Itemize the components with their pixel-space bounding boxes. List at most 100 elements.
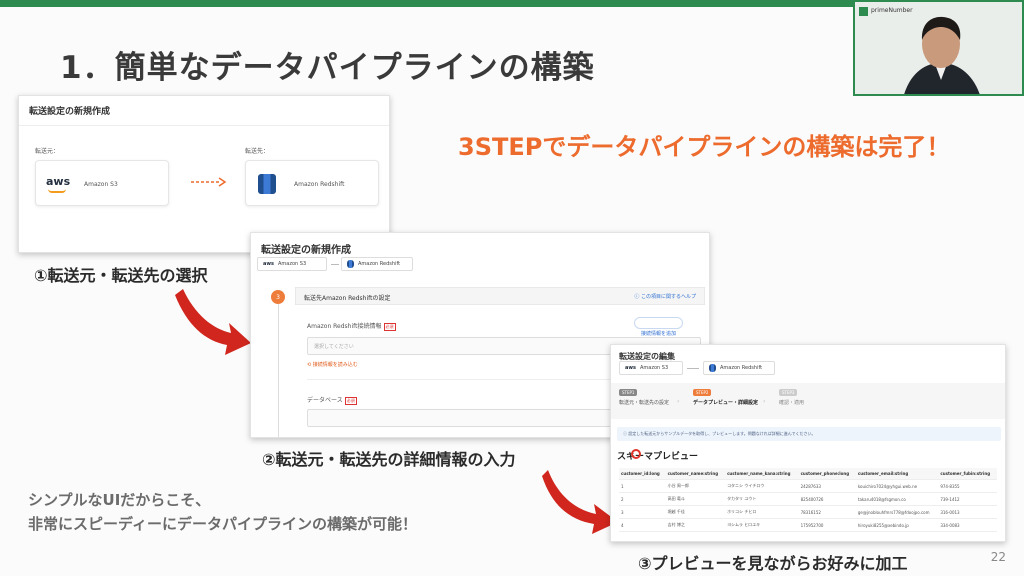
presenter-webcam: primeNumber [853, 0, 1024, 96]
table-cell: 堀越 千佳 [665, 505, 726, 519]
summary-line2: 非常にスピーディーにデータパイプラインの構築が可能！ [28, 515, 417, 533]
shot1-title: 転送設定の新規作成 [19, 96, 389, 126]
info-banner: ⓘ 設定した転送元からサンプルデータを取得し、プレビューします。問題なければ詳細… [617, 427, 1001, 441]
cursor-highlight [631, 449, 641, 459]
step2-chip: STEP2 [693, 389, 712, 396]
table-row: 4 吉村 博之 ヨシムラ ヒロユキ 175952700 hiroyuki8255… [619, 518, 997, 532]
source-label: 転送元： [35, 148, 60, 155]
dest-pill-label: Amazon Redshift [358, 261, 401, 267]
aws-logo: aws [625, 365, 636, 371]
table-cell: 825400726 [798, 492, 856, 506]
aws-logo: aws [263, 261, 274, 267]
dest-pill-label: Amazon Redshift [720, 365, 763, 371]
table-row: 1 小谷 周一郎 コタニシ ウイチロウ 24287633 kouichiro70… [619, 479, 997, 493]
reload-link-label: 接続情報を読み込む [312, 362, 358, 368]
step1-label[interactable]: 転送元・転送先の設定 [619, 399, 669, 406]
conn-label: Amazon Redshift接続情報 必須 [307, 321, 396, 331]
table-cell: takaru4018@fsgmon.co [855, 492, 939, 506]
dest-card[interactable]: Amazon Redshift [245, 160, 379, 206]
table-cell: ge@jnoblouhfmrs778@fdoojpo.com [855, 505, 939, 519]
dest-label: 転送先： [245, 148, 270, 155]
redshift-icon [258, 174, 276, 194]
table-cell: 1 [619, 479, 666, 493]
step2-caption: ②転送元・転送先の詳細情報の入力 [262, 450, 516, 469]
table-cell: 2 [619, 492, 666, 506]
info-text-body: 設定した転送元からサンプルデータを取得し、プレビューします。問題なければ詳細に進… [628, 431, 816, 436]
source-pill: aws Amazon S3 [619, 361, 683, 375]
preview-table: customer_id:long customer_name:string cu… [619, 468, 997, 532]
table-cell: 78316152 [798, 505, 856, 519]
slide-title: 1．簡単なデータパイプラインの構築 [60, 50, 595, 86]
section-header: 転送先Amazon Redshiftの設定 ⓘ この項目に関するヘルプ [295, 287, 705, 305]
help-link[interactable]: ⓘ この項目に関するヘルプ [634, 293, 696, 300]
table-cell: 4 [619, 518, 666, 532]
source-card[interactable]: aws Amazon S3 [35, 160, 169, 206]
required-tag: 必須 [383, 322, 396, 331]
page-number: 22 [990, 550, 1006, 564]
table-cell: hiroyuki8255@xebindo.jp [855, 518, 939, 532]
source-pill-label: Amazon S3 [639, 365, 669, 371]
reload-link[interactable]: ⟲ 接続情報を読み込む [307, 361, 358, 368]
curved-arrow-icon [175, 289, 251, 355]
table-header-row: customer_id:long customer_name:string cu… [619, 468, 997, 480]
step-number-badge: 3 [271, 290, 285, 304]
required-tag: 必須 [344, 396, 357, 405]
slide-headline: 3STEPでデータパイプラインの構築は完了！ [458, 133, 951, 161]
arrow-right-icon [191, 177, 227, 187]
conn-label-text: Amazon Redshift接続情報 [307, 323, 382, 330]
summary-text: シンプルなUIだからこそ、 非常にスピーディーにデータパイプラインの構築が可能！ [28, 488, 417, 536]
chevron-right-icon: › [763, 398, 766, 405]
column-header[interactable]: customer_id:long [619, 468, 666, 480]
table-cell: ホリコシ チヒロ [725, 505, 799, 519]
chevron-right-icon: › [677, 398, 680, 405]
table-cell: 175952700 [798, 518, 856, 532]
table-cell: 974-8355 [938, 479, 997, 493]
brand-logo-icon [859, 7, 868, 16]
table-cell: 高田 竜斗 [665, 492, 726, 506]
table-cell: 吉村 博之 [665, 518, 726, 532]
screenshot-step1: 転送設定の新規作成 転送元： 転送先： aws Amazon S3 Amazon… [18, 95, 390, 253]
table-row: 2 高田 竜斗 タカタリ ユウト 825400726 takaru4018@fs… [619, 492, 997, 506]
column-header[interactable]: customer_name:string [665, 468, 726, 480]
step-rail [278, 293, 279, 437]
add-conn-button[interactable]: 接続情報を追加 [634, 317, 684, 337]
stepper-bar: STEP1 転送元・転送先の設定 › STEP2 データプレビュー・詳細設定 ›… [611, 383, 1005, 419]
step3-chip: STEP3 [779, 389, 798, 396]
table-cell: kouichiro7024@yhgui.web.ne [855, 479, 939, 493]
database-label: データベース 必須 [307, 395, 357, 405]
dest-pill: Amazon Redshift [341, 257, 413, 271]
column-header[interactable]: customer_phone:long [798, 468, 856, 480]
table-cell: 3 [619, 505, 666, 519]
step3-caption: ③プレビューを見ながらお好みに加工 [638, 554, 908, 573]
connector-line [687, 368, 699, 369]
help-link-label: この項目に関するヘルプ [640, 294, 696, 300]
source-name: Amazon S3 [84, 181, 118, 188]
table-cell: タカタリ ユウト [725, 492, 799, 506]
column-header[interactable]: customer_email:string [855, 468, 939, 480]
table-cell: ヨシムラ ヒロユキ [725, 518, 799, 532]
table-cell: 334-0083 [938, 518, 997, 532]
column-header[interactable]: customer_fubin:string [938, 468, 997, 480]
source-pill-label: Amazon S3 [277, 261, 307, 267]
step3-label[interactable]: 確認・適用 [779, 399, 804, 406]
table-cell: 316-0013 [938, 505, 997, 519]
screenshot-step3: 転送設定の編集 aws Amazon S3 Amazon Redshift ST… [610, 344, 1006, 542]
table-cell: 24287633 [798, 479, 856, 493]
table-cell: 小谷 周一郎 [665, 479, 726, 493]
dest-name: Amazon Redshift [294, 181, 345, 188]
redshift-icon [347, 260, 354, 268]
redshift-icon [709, 364, 716, 372]
step1-caption: ①転送元・転送先の選択 [34, 266, 208, 285]
step2-label[interactable]: データプレビュー・詳細設定 [693, 399, 758, 406]
connector-line [331, 264, 339, 265]
info-text: ⓘ 設定した転送元からサンプルデータを取得し、プレビューします。問題なければ詳細… [623, 431, 816, 436]
table-row: 3 堀越 千佳 ホリコシ チヒロ 78316152 ge@jnoblouhfmr… [619, 505, 997, 519]
section-title: 転送先Amazon Redshiftの設定 [304, 295, 391, 302]
table-cell: 739-1412 [938, 492, 997, 506]
source-pill: aws Amazon S3 [257, 257, 327, 271]
database-label-text: データベース [307, 397, 343, 404]
dest-pill: Amazon Redshift [703, 361, 775, 375]
preview-heading: スキーマプレビュー [617, 452, 699, 462]
column-header[interactable]: customer_name_kana:string [725, 468, 799, 480]
step1-chip: STEP1 [619, 389, 638, 396]
